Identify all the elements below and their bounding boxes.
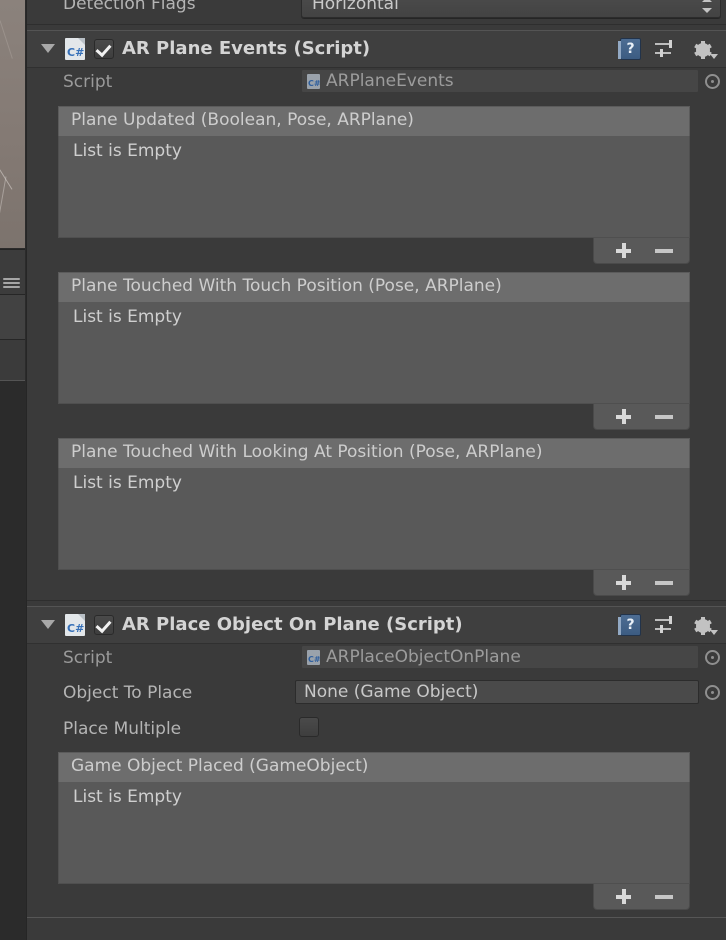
bottom-divider <box>27 917 726 918</box>
component-header[interactable]: C# AR Plane Events (Script) <box>27 30 726 68</box>
preset-icon[interactable] <box>655 41 677 58</box>
event-list-header: Plane Touched With Looking At Position (… <box>58 438 690 468</box>
panel-row-sliver[interactable] <box>0 339 25 381</box>
remove-item-button[interactable] <box>655 581 673 585</box>
event-list-body[interactable]: List is Empty <box>58 782 690 884</box>
object-picker-icon[interactable] <box>705 74 720 89</box>
place-multiple-label: Place Multiple <box>63 719 181 739</box>
preset-icon[interactable] <box>655 617 677 634</box>
help-icon[interactable] <box>620 38 641 60</box>
event-list-header: Plane Touched With Touch Position (Pose,… <box>58 272 690 302</box>
event-list-footer <box>593 884 690 910</box>
event-list-footer <box>593 238 690 264</box>
add-item-button[interactable] <box>616 409 631 424</box>
csharp-mini-icon: C# <box>307 650 320 665</box>
remove-item-button[interactable] <box>655 895 673 899</box>
drag-handle-icon[interactable] <box>3 278 20 287</box>
list-empty-text: List is Empty <box>73 141 182 161</box>
list-empty-text: List is Empty <box>73 787 182 807</box>
object-to-place-value: None (Game Object) <box>304 682 478 702</box>
component-enabled-checkbox[interactable] <box>94 39 114 59</box>
unity-editor-window: Detection Flags Horizontal C# AR Plane E… <box>0 0 726 940</box>
event-list-header: Plane Updated (Boolean, Pose, ARPlane) <box>58 106 690 136</box>
script-field-value: ARPlaneEvents <box>326 71 454 91</box>
event-list-body[interactable]: List is Empty <box>58 468 690 570</box>
scene-wire-line <box>0 20 13 58</box>
panel-tab-strip[interactable] <box>0 249 25 295</box>
event-list-title: Game Object Placed (GameObject) <box>71 756 368 776</box>
csharp-script-icon: C# <box>65 38 85 60</box>
script-field-value: ARPlaceObjectOnPlane <box>326 647 521 667</box>
csharp-mini-icon: C# <box>307 74 320 89</box>
inspector-panel: Detection Flags Horizontal C# AR Plane E… <box>26 0 726 940</box>
panel-row-sliver[interactable] <box>0 294 25 340</box>
gear-icon[interactable] <box>693 40 713 60</box>
add-item-button[interactable] <box>616 575 631 590</box>
add-item-button[interactable] <box>616 889 631 904</box>
event-list-header: Game Object Placed (GameObject) <box>58 752 690 782</box>
section-divider <box>27 24 726 25</box>
foldout-triangle-icon[interactable] <box>41 44 55 53</box>
updown-arrows-icon <box>702 0 713 14</box>
event-list-title: Plane Touched With Touch Position (Pose,… <box>71 276 502 296</box>
scene-wire-line <box>0 176 6 235</box>
scene-wire-line <box>0 160 12 189</box>
detection-flags-dropdown[interactable]: Horizontal <box>301 0 721 18</box>
panel-divider <box>0 380 25 381</box>
component-title: AR Plane Events (Script) <box>122 38 370 59</box>
object-to-place-label: Object To Place <box>63 683 192 703</box>
detection-flags-row: Detection Flags Horizontal <box>27 0 726 22</box>
script-field-label: Script <box>63 648 112 668</box>
script-field[interactable]: C# ARPlaceObjectOnPlane <box>301 645 699 669</box>
list-empty-text: List is Empty <box>73 473 182 493</box>
event-list-body[interactable]: List is Empty <box>58 136 690 238</box>
add-item-button[interactable] <box>616 243 631 258</box>
section-divider <box>27 600 726 601</box>
event-list-body[interactable]: List is Empty <box>58 302 690 404</box>
object-picker-icon[interactable] <box>705 685 720 700</box>
detection-flags-value: Horizontal <box>312 0 399 14</box>
remove-item-button[interactable] <box>655 415 673 419</box>
object-to-place-field[interactable]: None (Game Object) <box>295 680 699 704</box>
component-enabled-checkbox[interactable] <box>94 615 114 635</box>
event-list-footer <box>593 404 690 430</box>
event-list-title: Plane Touched With Looking At Position (… <box>71 442 542 462</box>
script-field-label: Script <box>63 72 112 92</box>
list-empty-text: List is Empty <box>73 307 182 327</box>
csharp-script-icon: C# <box>65 614 85 636</box>
script-field[interactable]: C# ARPlaneEvents <box>301 69 699 93</box>
event-list-footer <box>593 570 690 596</box>
remove-item-button[interactable] <box>655 249 673 253</box>
gear-icon[interactable] <box>693 616 713 636</box>
component-header[interactable]: C# AR Place Object On Plane (Script) <box>27 606 726 644</box>
scene-view-sliver[interactable] <box>0 0 25 248</box>
component-title: AR Place Object On Plane (Script) <box>122 614 463 635</box>
object-picker-icon[interactable] <box>705 650 720 665</box>
event-list-title: Plane Updated (Boolean, Pose, ARPlane) <box>71 110 414 130</box>
place-multiple-checkbox[interactable] <box>299 717 319 737</box>
foldout-triangle-icon[interactable] <box>41 620 55 629</box>
left-dock-strip <box>0 0 26 940</box>
help-icon[interactable] <box>620 614 641 636</box>
detection-flags-label: Detection Flags <box>63 0 196 14</box>
